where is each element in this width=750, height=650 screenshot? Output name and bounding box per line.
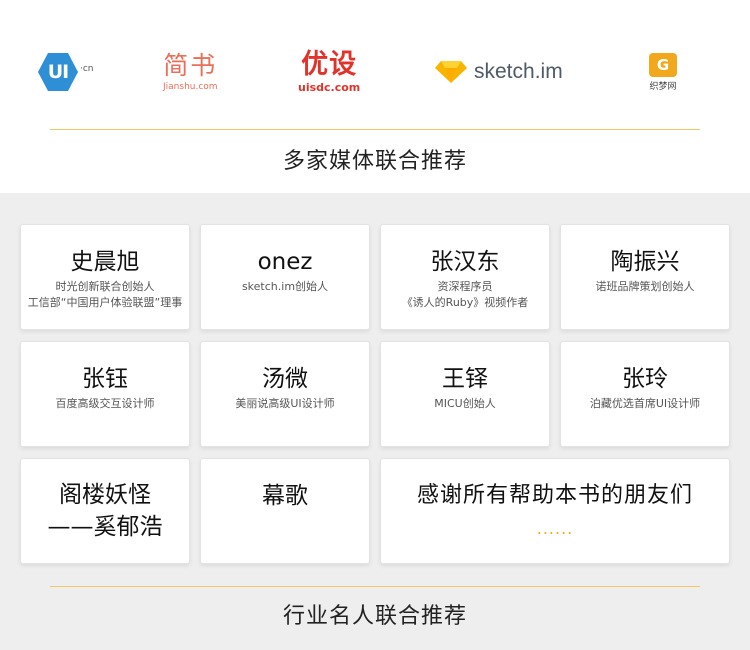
recommender-title: 工信部“中国用户体验联盟”理事 [27, 296, 183, 309]
recommender-title: 资深程序员 [437, 280, 493, 293]
media-section-title: 多家媒体联合推荐 [282, 149, 467, 174]
recommender-name: 王铎 [442, 366, 488, 392]
recommender-card: 张汉东 资深程序员 《诱人的Ruby》视频作者 [380, 224, 550, 330]
thanks-message: 感谢所有帮助本书的朋友们 [416, 483, 693, 508]
recommender-title: sketch.im创始人 [241, 280, 329, 293]
thanks-dots: ...... [536, 519, 574, 538]
thanks-card: 感谢所有帮助本书的朋友们 ...... [380, 458, 730, 564]
recommender-card: 阁楼妖怪 ——奚郁浩 [20, 458, 190, 564]
sketch-name: sketch.im [474, 60, 563, 83]
recommender-name: 阁楼妖怪 [59, 482, 151, 508]
recommender-name: 陶振兴 [610, 249, 680, 275]
ui-cn-suffix: ·cn [80, 64, 94, 74]
uisdc-logo: 优设 uisdc.com [298, 44, 360, 100]
recommender-title: 百度高级交互设计师 [55, 397, 155, 410]
uisdc-domain: uisdc.com [298, 81, 361, 94]
recommender-name: 史晨旭 [70, 249, 140, 275]
recommender-card: 史晨旭 时光创新联合创始人 工信部“中国用户体验联盟”理事 [20, 224, 190, 330]
diamond-icon [435, 61, 467, 83]
recommender-name-alias: ——奚郁浩 [47, 514, 163, 540]
zhimeng-logo: G 织梦网 [649, 44, 677, 100]
recommender-name: 汤微 [262, 366, 308, 392]
jianshu-logo: 简书 Jianshu.com [163, 44, 218, 100]
zhimeng-mark: G [649, 52, 677, 77]
recommender-title: 美丽说高级UI设计师 [235, 397, 335, 410]
ui-cn-logo: UI ·cn [38, 44, 94, 100]
recommender-card: 张钰 百度高级交互设计师 [20, 341, 190, 447]
jianshu-domain: Jianshu.com [163, 82, 218, 92]
recommender-title: 《诱人的Ruby》视频作者 [401, 296, 529, 309]
media-logos-panel: UI ·cn 简书 Jianshu.com 优设 uisdc.com sketc… [0, 0, 750, 193]
recommender-title: MICU创始人 [434, 397, 496, 410]
section-divider [50, 586, 700, 587]
jianshu-name: 简书 [163, 51, 218, 80]
recommender-title: 泊藏优选首席UI设计师 [589, 397, 701, 410]
uisdc-name: 优设 [301, 49, 358, 80]
ui-cn-badge: UI [38, 53, 78, 91]
recommender-card: onez sketch.im创始人 [200, 224, 370, 330]
recommender-card: 幕歌 [200, 458, 370, 564]
recommender-name: 张钰 [82, 366, 128, 392]
recommender-card: 王铎 MICU创始人 [380, 341, 550, 447]
recommender-name: onez [257, 249, 313, 275]
recommender-name: 幕歌 [262, 483, 308, 509]
recommender-card: 张玲 泊藏优选首席UI设计师 [560, 341, 730, 447]
recommender-name: 张玲 [622, 366, 668, 392]
zhimeng-name: 织梦网 [649, 81, 677, 92]
recommender-title: 诺班品牌策划创始人 [595, 280, 695, 293]
sketch-logo: sketch.im [434, 44, 563, 100]
recommender-card: 汤微 美丽说高级UI设计师 [200, 341, 370, 447]
recommender-title: 时光创新联合创始人 [55, 280, 155, 293]
industry-section-title: 行业名人联合推荐 [282, 604, 467, 629]
recommender-name: 张汉东 [430, 249, 500, 275]
section-divider [50, 129, 700, 130]
recommender-card: 陶振兴 诺班品牌策划创始人 [560, 224, 730, 330]
